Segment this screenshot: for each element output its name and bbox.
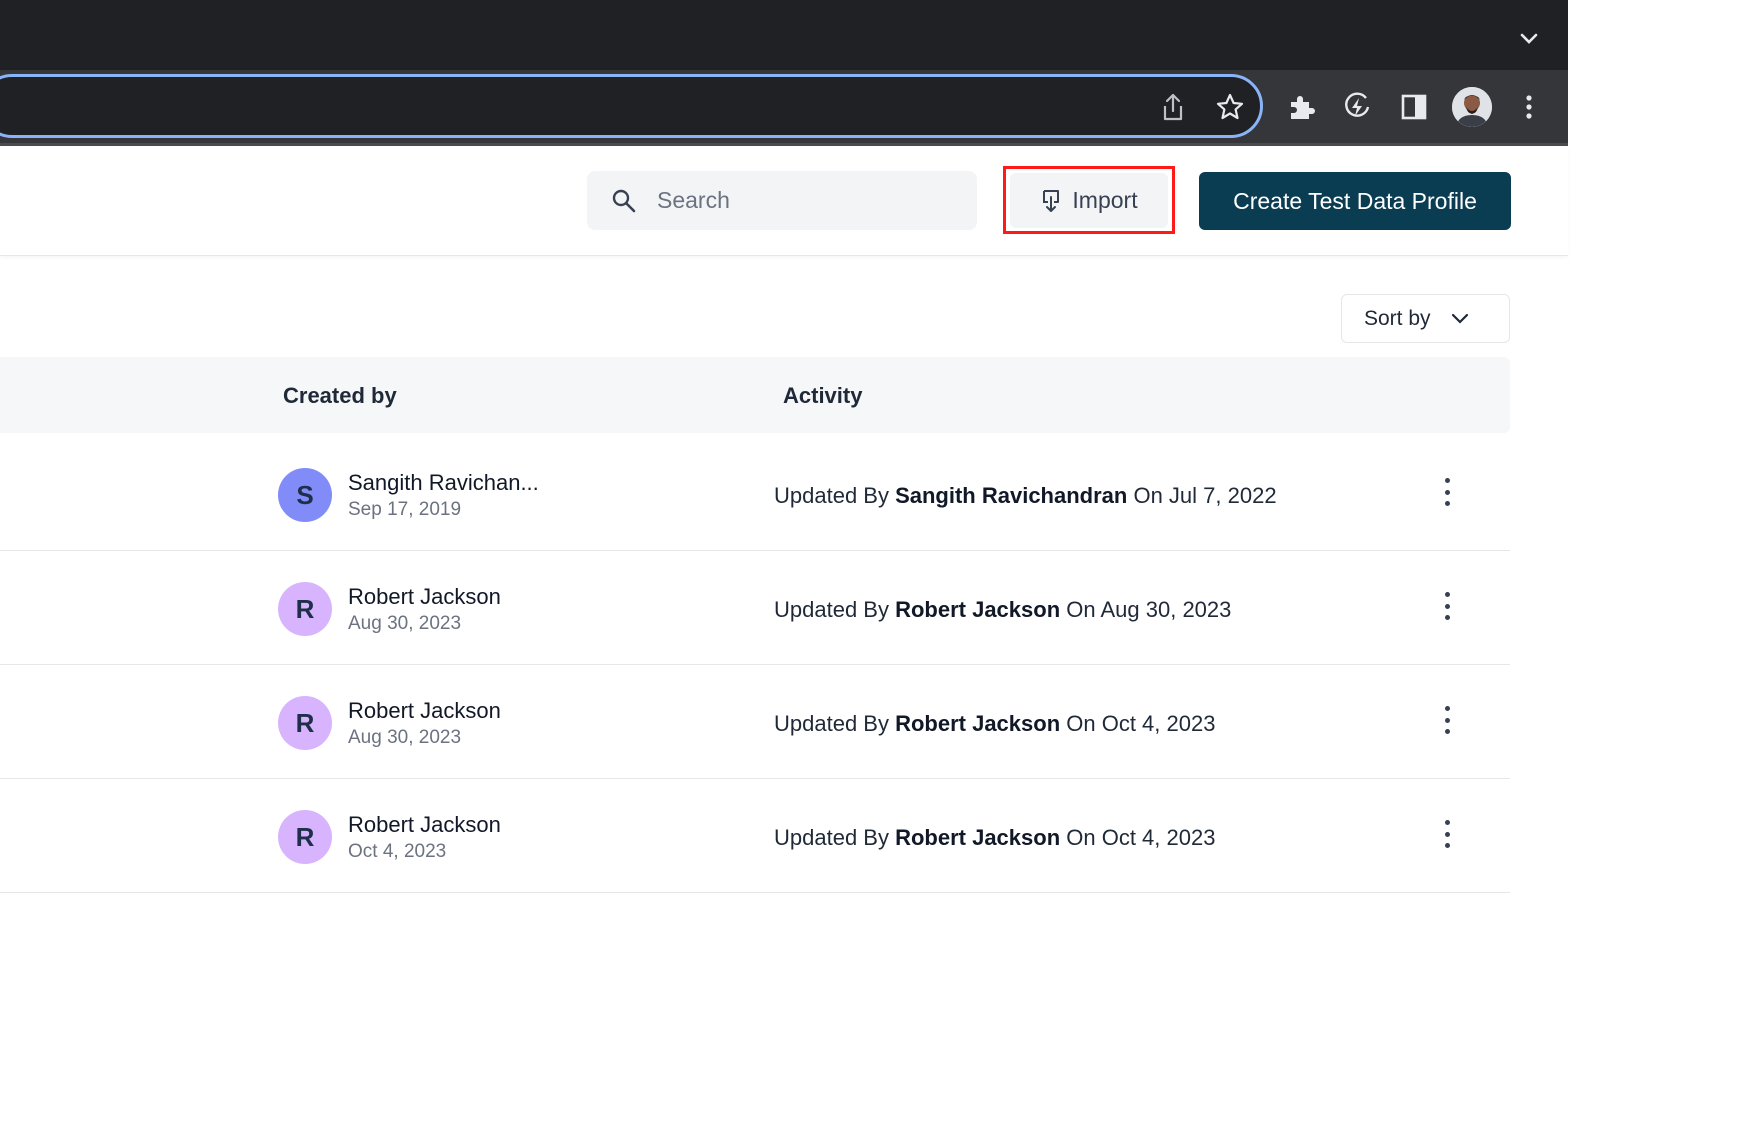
side-panel-icon[interactable] — [1397, 90, 1431, 124]
sort-by-dropdown[interactable]: Sort by — [1341, 294, 1510, 343]
profile-avatar[interactable] — [1452, 87, 1492, 127]
lightning-icon[interactable] — [1340, 90, 1374, 124]
table-row[interactable]: R Robert Jackson Oct 4, 2023 Updated By … — [0, 779, 1510, 893]
creator-name: Robert Jackson — [348, 584, 501, 609]
sort-by-label: Sort by — [1364, 306, 1431, 330]
activity-text: Updated By Sangith Ravichandran On Jul 7… — [774, 483, 1277, 508]
activity-text: Updated By Robert Jackson On Aug 30, 202… — [774, 597, 1232, 622]
row-menu-icon[interactable] — [1432, 475, 1462, 509]
chevron-down-icon — [1451, 313, 1468, 324]
tab-search-chevron-down-icon[interactable] — [1516, 26, 1542, 52]
table-row[interactable]: R Robert Jackson Aug 30, 2023 Updated By… — [0, 665, 1510, 779]
created-date: Aug 30, 2023 — [348, 613, 462, 634]
created-date: Sep 17, 2019 — [348, 499, 462, 520]
row-menu-icon[interactable] — [1432, 817, 1462, 851]
create-test-data-profile-button[interactable]: Create Test Data Profile — [1199, 172, 1511, 230]
created-date: Oct 4, 2023 — [348, 841, 447, 862]
import-button[interactable]: Import — [1010, 173, 1168, 228]
extensions-icon[interactable] — [1284, 90, 1318, 124]
page-header: Import Create Test Data Profile — [0, 146, 1568, 256]
activity-text: Updated By Robert Jackson On Oct 4, 2023 — [774, 825, 1216, 850]
search-box[interactable] — [587, 171, 977, 230]
avatar: R — [278, 810, 332, 864]
row-menu-icon[interactable] — [1432, 703, 1462, 737]
browser-tab-strip — [0, 0, 1568, 70]
import-icon — [1043, 189, 1060, 212]
table-row[interactable]: S Sangith Ravichan... Sep 17, 2019 Updat… — [0, 437, 1510, 551]
table-header: Created by Activity — [0, 357, 1510, 433]
creator-name: Robert Jackson — [348, 698, 501, 723]
search-icon — [612, 189, 636, 212]
avatar: R — [278, 696, 332, 750]
activity-text: Updated By Robert Jackson On Oct 4, 2023 — [774, 711, 1216, 736]
created-date: Aug 30, 2023 — [348, 727, 462, 748]
more-vert-icon[interactable] — [1512, 90, 1546, 124]
column-header-activity[interactable]: Activity — [783, 383, 862, 409]
avatar: S — [278, 468, 332, 522]
address-bar[interactable] — [0, 74, 1263, 138]
star-icon[interactable] — [1213, 90, 1247, 124]
avatar: R — [278, 582, 332, 636]
table-row[interactable]: R Robert Jackson Aug 30, 2023 Updated By… — [0, 551, 1510, 665]
column-header-created-by[interactable]: Created by — [283, 383, 397, 409]
import-label: Import — [1072, 187, 1138, 213]
share-icon[interactable] — [1156, 90, 1190, 124]
row-menu-icon[interactable] — [1432, 589, 1462, 623]
search-input[interactable] — [657, 187, 957, 214]
creator-name: Sangith Ravichan... — [348, 470, 539, 495]
creator-name: Robert Jackson — [348, 812, 501, 837]
